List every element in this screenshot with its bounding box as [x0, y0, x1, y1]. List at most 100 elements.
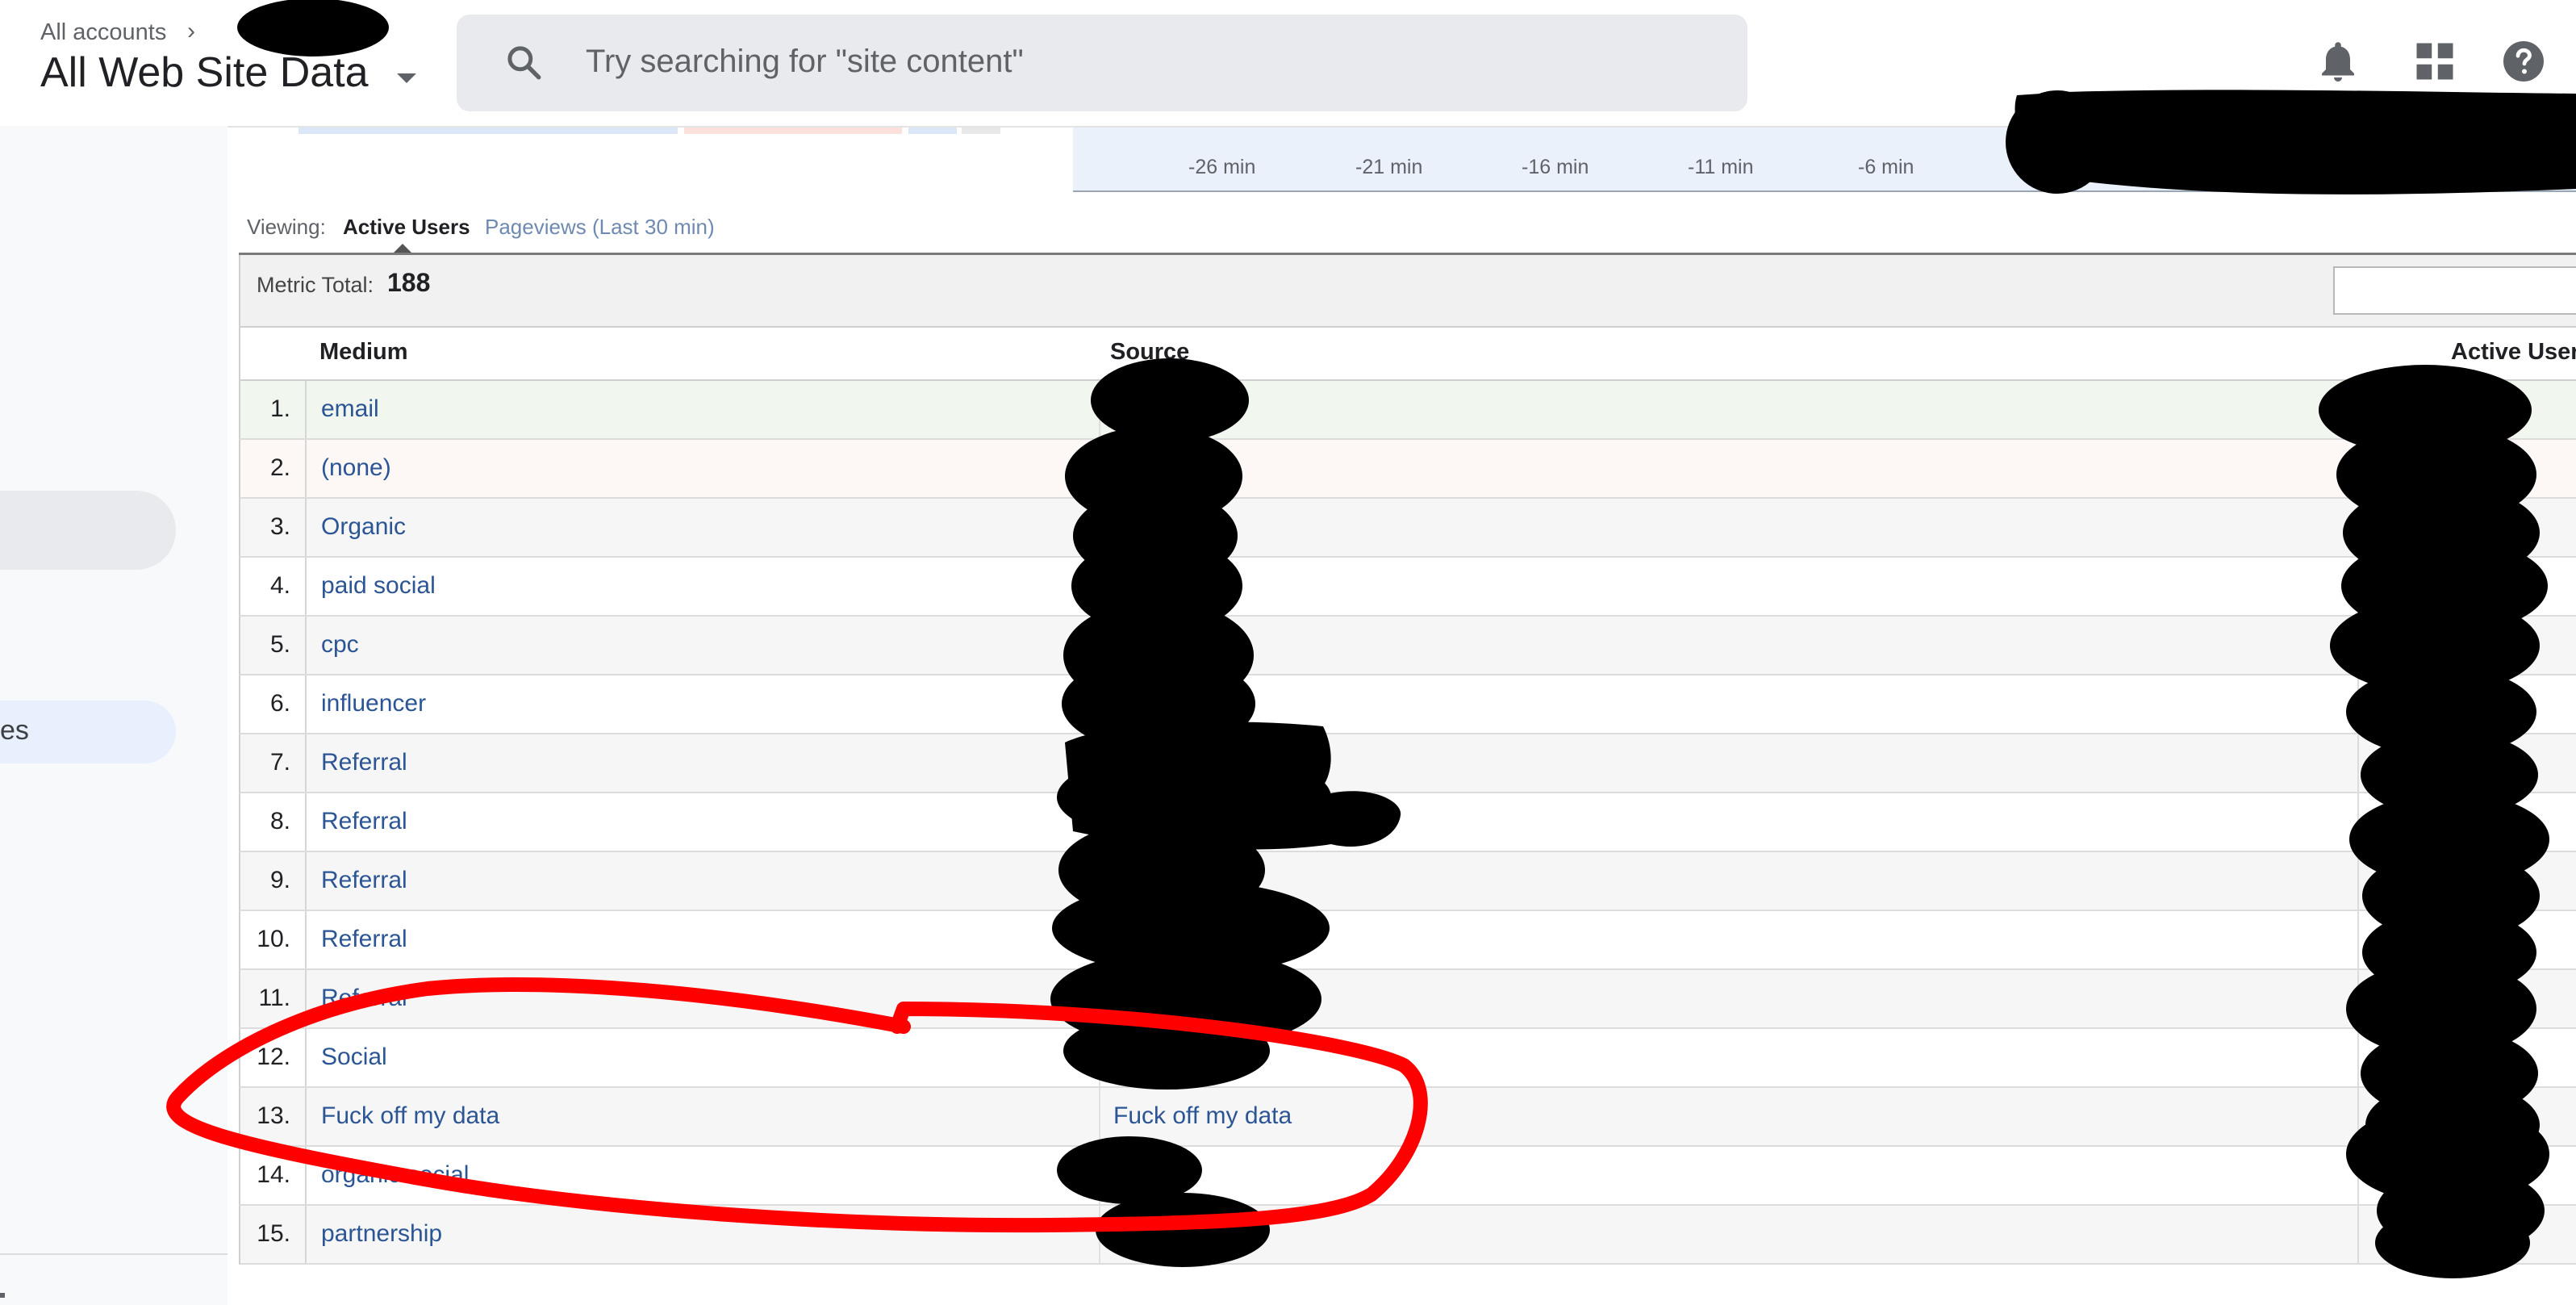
table-row: 9. Referral — [239, 852, 2576, 911]
search-input[interactable]: Try searching for "site content" — [586, 44, 1024, 80]
medium-link[interactable]: Referral — [321, 926, 407, 953]
nav-item-highlighted[interactable] — [0, 491, 176, 570]
medium-link[interactable]: Referral — [321, 749, 407, 776]
medium-link[interactable]: Referral — [321, 808, 407, 835]
row-index: 4. — [269, 572, 290, 599]
table-row: 8. Referral — [239, 793, 2576, 852]
row-index: 11. — [258, 985, 290, 1011]
table-row: 4. paid social — [239, 558, 2576, 617]
account-breadcrumb[interactable]: All accounts — [40, 19, 166, 46]
table-row: 3. Organic — [239, 499, 2576, 558]
table-row: 1. email — [239, 381, 2576, 440]
table-row: 5. cpc — [239, 617, 2576, 676]
tab-active-users[interactable]: Active Users — [343, 215, 470, 240]
column-active-users[interactable]: Active Users — [2451, 339, 2576, 366]
medium-link[interactable]: influencer — [321, 690, 426, 717]
medium-link[interactable]: Social — [321, 1044, 387, 1071]
column-divider — [1099, 676, 1100, 733]
table-filter-input[interactable] — [2333, 266, 2576, 315]
row-index-cell: 10. — [240, 911, 307, 968]
row-index-cell: 11. — [240, 970, 307, 1027]
pageviews-timeline: -26 min -21 min -16 min -11 min -6 min — [1073, 128, 2576, 192]
table-header: Medium Source Active Users — [239, 328, 2576, 381]
timeline-tick: -21 min — [1355, 156, 1423, 178]
column-divider — [1099, 911, 1100, 968]
row-index-cell: 3. — [240, 499, 307, 556]
sidebar-marker — [0, 1293, 5, 1298]
column-divider — [2357, 852, 2359, 910]
column-divider — [2357, 1088, 2359, 1145]
row-index: 15. — [257, 1220, 290, 1247]
metric-total-bar: Metric Total: 188 — [239, 255, 2576, 328]
row-index: 14. — [257, 1161, 290, 1188]
row-index-cell: 4. — [240, 558, 307, 615]
column-divider — [2357, 1206, 2359, 1263]
table-row: 14. organic social — [239, 1147, 2576, 1206]
timeline-tick: -6 min — [1858, 156, 1914, 178]
column-divider — [2357, 617, 2359, 674]
viewing-label: Viewing: — [247, 215, 326, 239]
sidebar-divider — [0, 1253, 228, 1255]
property-selector[interactable]: All Web Site Data — [40, 48, 369, 97]
timeline-tick: -11 min — [1688, 156, 1754, 178]
medium-link[interactable]: Fuck off my data — [321, 1102, 499, 1130]
column-medium[interactable]: Medium — [319, 339, 408, 366]
dropdown-caret-icon[interactable] — [397, 73, 416, 83]
column-divider — [1099, 852, 1100, 910]
row-index-cell: 6. — [240, 676, 307, 733]
help-icon[interactable] — [2499, 37, 2548, 86]
timeline-tick: -26 min — [1188, 156, 1256, 178]
table-row: 13. Fuck off my data Fuck off my data — [239, 1088, 2576, 1147]
row-index: 7. — [269, 749, 290, 776]
nav-item-label: es — [0, 715, 29, 746]
column-divider — [1099, 381, 1100, 438]
column-divider — [1099, 440, 1100, 497]
table-row: 11. Referral — [239, 970, 2576, 1029]
column-divider — [1099, 1088, 1100, 1145]
table-body: 1. email 2. (none) 3. Organic 4. paid social 5. c… — [239, 381, 2576, 1265]
active-users-table: Medium Source Active Users 1. email 2. (non… — [239, 328, 2576, 1265]
column-divider — [1099, 970, 1100, 1027]
row-index: 1. — [269, 395, 290, 422]
chart-remnant — [299, 128, 1000, 134]
medium-link[interactable]: cpc — [321, 631, 359, 659]
row-index-cell: 13. — [240, 1088, 307, 1145]
column-divider — [2357, 793, 2359, 851]
medium-link[interactable]: email — [321, 395, 379, 423]
medium-link[interactable]: (none) — [321, 454, 391, 482]
notifications-icon[interactable] — [2314, 37, 2362, 86]
nav-item-selected[interactable]: es — [0, 701, 176, 763]
apps-grid-icon[interactable] — [2411, 37, 2459, 86]
search-bar[interactable]: Try searching for "site content" — [457, 15, 1747, 111]
column-divider — [2357, 499, 2359, 556]
timeline-tick: -16 min — [1522, 156, 1589, 178]
source-link[interactable]: Fuck off my data — [1113, 1102, 1292, 1130]
row-index-cell: 7. — [240, 734, 307, 792]
column-divider — [2357, 1029, 2359, 1086]
medium-link[interactable]: partnership — [321, 1220, 442, 1248]
row-index-cell: 15. — [240, 1206, 307, 1263]
breadcrumb-chevron-icon: › — [187, 18, 195, 44]
column-divider — [2357, 734, 2359, 792]
row-index-cell: 9. — [240, 852, 307, 910]
column-divider — [1099, 1206, 1100, 1263]
metric-total-value: 188 — [387, 268, 431, 297]
row-index: 3. — [269, 513, 290, 540]
row-index-cell: 12. — [240, 1029, 307, 1086]
medium-link[interactable]: Referral — [321, 985, 407, 1012]
tab-pageviews[interactable]: Pageviews (Last 30 min) — [485, 215, 715, 240]
column-divider — [1099, 1147, 1100, 1204]
medium-link[interactable]: paid social — [321, 572, 436, 600]
active-tab-indicator-icon — [394, 244, 411, 253]
column-divider — [1099, 793, 1100, 851]
table-row: 12. Social — [239, 1029, 2576, 1088]
medium-link[interactable]: Organic — [321, 513, 406, 541]
table-row: 2. (none) — [239, 440, 2576, 499]
top-header: All accounts › All Web Site Data Try sea… — [0, 0, 2576, 126]
column-divider — [2357, 676, 2359, 733]
medium-link[interactable]: Referral — [321, 867, 407, 894]
search-icon — [507, 46, 541, 80]
column-source[interactable]: Source — [1110, 339, 1189, 366]
column-divider — [2357, 1147, 2359, 1204]
medium-link[interactable]: organic social — [321, 1161, 469, 1189]
